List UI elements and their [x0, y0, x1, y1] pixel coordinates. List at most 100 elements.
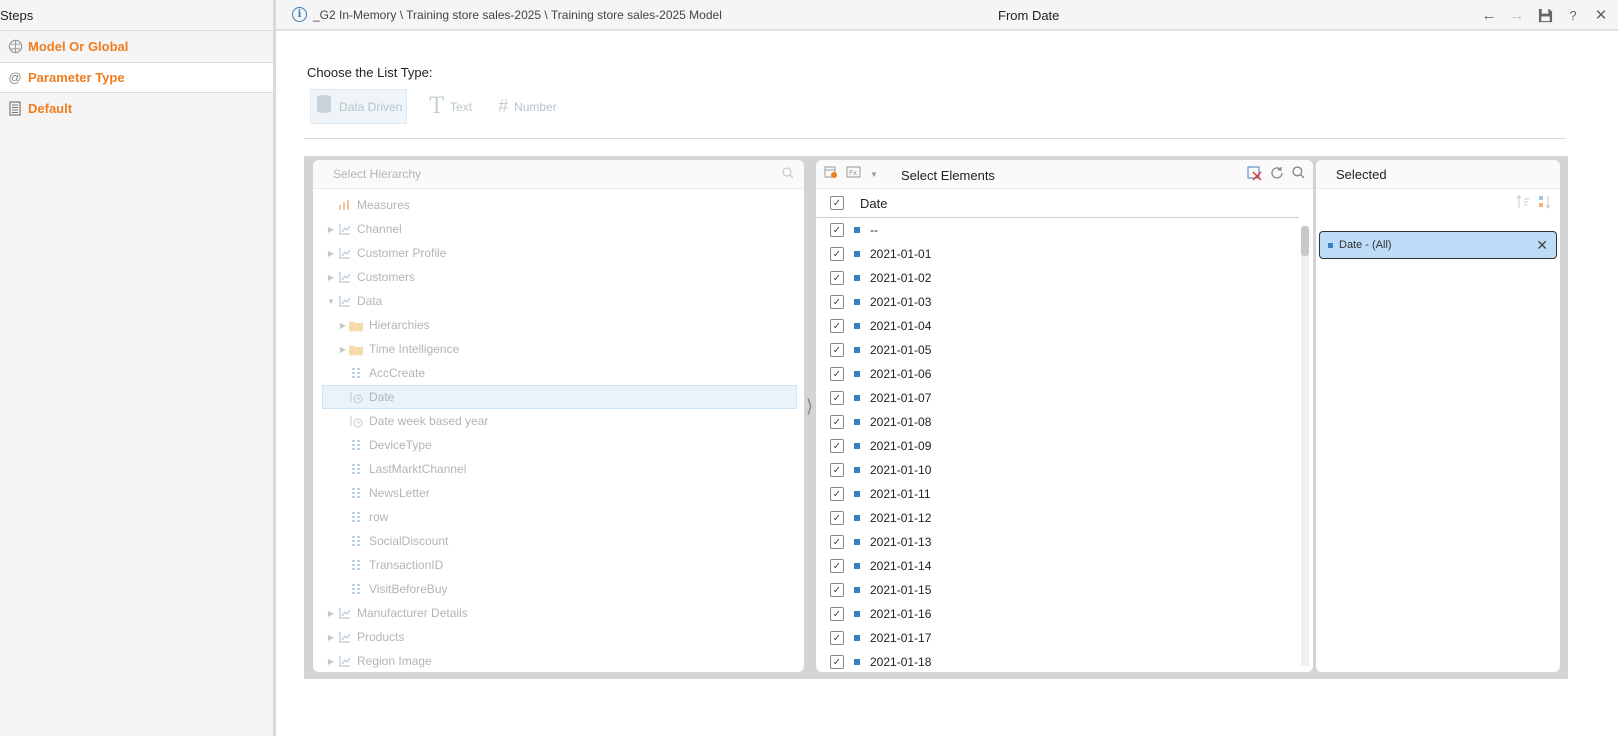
refresh-icon[interactable]	[1270, 166, 1284, 184]
element-row[interactable]: ✓ 2021-01-14	[816, 554, 1313, 578]
hierarchy-item[interactable]: SocialDiscount	[313, 529, 804, 553]
element-checkbox[interactable]: ✓	[830, 439, 844, 453]
step-model-or-global[interactable]: Model Or Global	[0, 31, 273, 62]
hierarchy-item[interactable]: ▶ Customer Profile	[313, 241, 804, 265]
element-checkbox[interactable]: ✓	[830, 535, 844, 549]
forward-arrow-icon[interactable]: →	[1508, 5, 1526, 25]
info-icon[interactable]: i	[292, 7, 307, 22]
hierarchy-item[interactable]: TransactionID	[313, 553, 804, 577]
collapsed-arrow-icon[interactable]: ▶	[325, 273, 337, 282]
element-row[interactable]: ✓ 2021-01-06	[816, 362, 1313, 386]
element-row[interactable]: ✓ 2021-01-07	[816, 386, 1313, 410]
element-checkbox[interactable]: ✓	[830, 295, 844, 309]
element-checkbox[interactable]: ✓	[830, 487, 844, 501]
hierarchy-item[interactable]: ▶ Hierarchies	[313, 313, 804, 337]
hierarchy-item[interactable]: ▶ Time Intelligence	[313, 337, 804, 361]
element-row[interactable]: ✓ 2021-01-01	[816, 242, 1313, 266]
element-checkbox[interactable]: ✓	[830, 367, 844, 381]
hierarchy-item[interactable]: ▶ Region Image	[313, 649, 804, 672]
select-all-checkbox[interactable]: ✓	[830, 196, 844, 210]
element-row[interactable]: ✓ 2021-01-02	[816, 266, 1313, 290]
close-icon[interactable]: ✕	[1592, 5, 1610, 25]
element-checkbox[interactable]: ✓	[830, 511, 844, 525]
hierarchy-item[interactable]: Date	[322, 385, 797, 409]
element-checkbox[interactable]: ✓	[830, 559, 844, 573]
hierarchy-item[interactable]: ▶ Products	[313, 625, 804, 649]
element-checkbox[interactable]: ✓	[830, 631, 844, 645]
hierarchy-item[interactable]: ▼ Data	[313, 289, 804, 313]
collapsed-arrow-icon[interactable]: ▶	[325, 249, 337, 258]
hierarchy-item[interactable]: DeviceType	[313, 433, 804, 457]
collapsed-arrow-icon[interactable]: ▶	[325, 657, 337, 666]
hierarchy-item-label: Channel	[357, 222, 402, 236]
element-checkbox[interactable]: ✓	[830, 271, 844, 285]
sort-icon[interactable]	[1516, 194, 1530, 212]
element-row[interactable]: ✓ 2021-01-10	[816, 458, 1313, 482]
element-row[interactable]: ✓ 2021-01-16	[816, 602, 1313, 626]
step-default[interactable]: Default	[0, 93, 273, 124]
help-icon[interactable]: ?	[1564, 5, 1582, 25]
hierarchy-item-label: NewsLetter	[369, 486, 430, 500]
member-filter-icon[interactable]	[824, 166, 838, 182]
function-icon[interactable]: Fx	[846, 166, 862, 182]
step-parameter-type[interactable]: @ Parameter Type	[0, 62, 273, 93]
hierarchy-item[interactable]: row	[313, 505, 804, 529]
hierarchy-item[interactable]: AccCreate	[313, 361, 804, 385]
reorder-icon[interactable]	[1538, 195, 1552, 212]
element-row[interactable]: ✓ 2021-01-11	[816, 482, 1313, 506]
element-row[interactable]: ✓ 2021-01-13	[816, 530, 1313, 554]
element-row[interactable]: ✓ 2021-01-08	[816, 410, 1313, 434]
element-checkbox[interactable]: ✓	[830, 343, 844, 357]
member-marker	[854, 587, 860, 593]
element-checkbox[interactable]: ✓	[830, 391, 844, 405]
element-row[interactable]: ✓ 2021-01-03	[816, 290, 1313, 314]
element-row[interactable]: ✓ --	[816, 218, 1313, 242]
collapsed-arrow-icon[interactable]: ▶	[325, 225, 337, 234]
element-row[interactable]: ✓ 2021-01-12	[816, 506, 1313, 530]
element-row[interactable]: ✓ 2021-01-05	[816, 338, 1313, 362]
element-row[interactable]: ✓ 2021-01-04	[816, 314, 1313, 338]
search-icon[interactable]	[1292, 166, 1305, 184]
search-icon[interactable]	[782, 166, 794, 182]
hierarchy-item[interactable]: Date week based year	[313, 409, 804, 433]
collapsed-arrow-icon[interactable]: ▶	[337, 345, 349, 354]
element-row[interactable]: ✓ 2021-01-17	[816, 626, 1313, 650]
scrollbar-thumb[interactable]	[1301, 226, 1309, 256]
element-row[interactable]: ✓ 2021-01-18	[816, 650, 1313, 670]
hierarchy-item[interactable]: LastMarktChannel	[313, 457, 804, 481]
list-type-text[interactable]: T Text	[425, 89, 476, 124]
list-type-data-driven[interactable]: Data Driven	[310, 89, 408, 124]
text-icon: T	[429, 94, 445, 119]
element-checkbox[interactable]: ✓	[830, 463, 844, 477]
element-label: 2021-01-03	[870, 295, 932, 309]
remove-icon[interactable]: ✕	[1536, 237, 1548, 254]
element-checkbox[interactable]: ✓	[830, 583, 844, 597]
hierarchy-item[interactable]: Measures	[313, 193, 804, 217]
element-row[interactable]: ✓ 2021-01-15	[816, 578, 1313, 602]
hierarchy-item[interactable]: ▶ Manufacturer Details	[313, 601, 804, 625]
element-checkbox[interactable]: ✓	[830, 247, 844, 261]
save-icon[interactable]	[1536, 5, 1554, 25]
hierarchy-search[interactable]: Select Hierarchy	[313, 160, 804, 189]
element-row[interactable]: ✓ 2021-01-09	[816, 434, 1313, 458]
element-checkbox[interactable]: ✓	[830, 607, 844, 621]
collapse-handle[interactable]: ⟩	[806, 396, 813, 417]
list-type-number[interactable]: # Number	[494, 89, 561, 124]
element-checkbox[interactable]: ✓	[830, 655, 844, 669]
element-checkbox[interactable]: ✓	[830, 223, 844, 237]
expanded-arrow-icon[interactable]: ▼	[325, 297, 337, 306]
collapsed-arrow-icon[interactable]: ▶	[325, 633, 337, 642]
clear-selection-icon[interactable]	[1247, 166, 1262, 184]
collapsed-arrow-icon[interactable]: ▶	[325, 609, 337, 618]
hierarchy-item[interactable]: ▶ Customers	[313, 265, 804, 289]
back-arrow-icon[interactable]: ←	[1480, 5, 1498, 25]
hierarchy-item[interactable]: ▶ Channel	[313, 217, 804, 241]
element-checkbox[interactable]: ✓	[830, 319, 844, 333]
hierarchy-item[interactable]: NewsLetter	[313, 481, 804, 505]
scrollbar[interactable]	[1301, 226, 1309, 666]
selected-chip[interactable]: Date - (All) ✕	[1319, 231, 1557, 259]
hierarchy-item[interactable]: VisitBeforeBuy	[313, 577, 804, 601]
element-checkbox[interactable]: ✓	[830, 415, 844, 429]
chevron-down-icon[interactable]: ▼	[870, 170, 878, 179]
collapsed-arrow-icon[interactable]: ▶	[337, 321, 349, 330]
